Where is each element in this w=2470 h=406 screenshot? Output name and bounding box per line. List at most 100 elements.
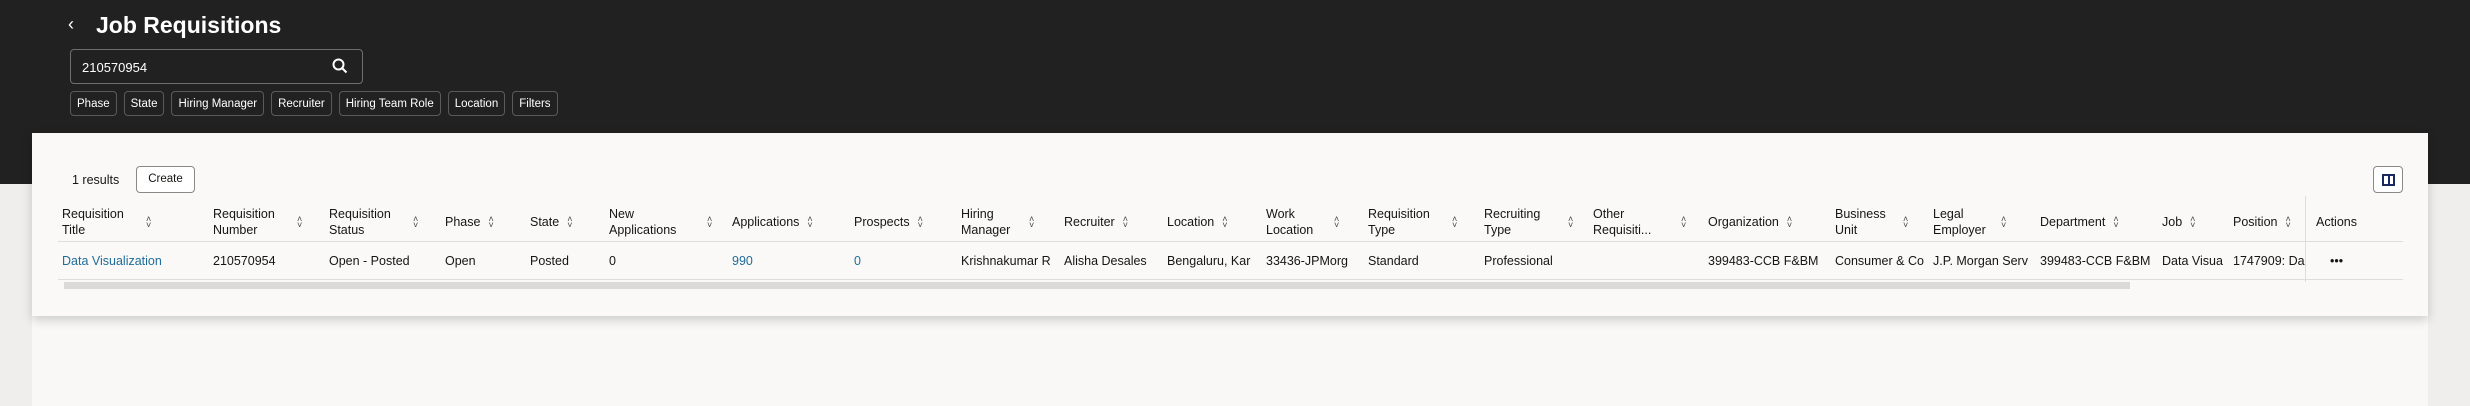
table-cell: Open - Posted <box>329 254 410 268</box>
filter-chip[interactable]: Recruiter <box>271 91 332 116</box>
sort-icon[interactable]: ˄ ˅ <box>2285 215 2290 230</box>
column-header[interactable]: New Applications ˄ ˅ <box>609 204 712 240</box>
column-header-label: Job <box>2162 215 2183 229</box>
column-header[interactable]: State ˄ ˅ <box>530 204 572 240</box>
column-header-label: Requisition Number <box>213 207 275 237</box>
table-cell[interactable]: 0 <box>854 254 954 268</box>
page-title: Job Requisitions <box>96 12 282 38</box>
column-header[interactable]: Requisition Type ˄ ˅ <box>1368 204 1457 240</box>
filter-chip[interactable]: Filters <box>512 91 558 116</box>
column-header-label: Organization <box>1708 215 1779 229</box>
column-header-label: Requisition Title <box>62 207 124 237</box>
scrollbar-thumb[interactable] <box>64 282 2130 289</box>
column-header[interactable]: Position ˄ ˅ <box>2233 204 2291 240</box>
column-header[interactable]: Prospects ˄ ˅ <box>854 204 923 240</box>
filter-chip[interactable]: Phase <box>70 91 117 116</box>
sort-icon[interactable]: ˄ ˅ <box>1452 215 1457 230</box>
column-header[interactable]: Requisition Number ˄ ˅ <box>213 204 302 240</box>
results-count: 1 results <box>72 173 120 187</box>
column-header[interactable]: Location ˄ ˅ <box>1167 204 1228 240</box>
table-cell: Krishnakumar R <box>961 254 1051 268</box>
filter-chip[interactable]: Hiring Manager <box>171 91 265 116</box>
table-cell: 33436-JPMorg <box>1266 254 1348 268</box>
filter-chips: Phase State Hiring Manager Recruiter Hiring … <box>70 91 558 116</box>
sort-icon[interactable]: ˄ ˅ <box>1787 215 1792 230</box>
sort-icon[interactable]: ˄ ˅ <box>567 215 572 230</box>
sort-icon[interactable]: ˄ ˅ <box>413 215 418 230</box>
create-button[interactable]: Create <box>136 166 195 193</box>
sort-icon[interactable]: ˄ ˅ <box>707 215 712 230</box>
table-cell: Standard <box>1368 254 1419 268</box>
column-header-label: Other Requisiti... <box>1593 207 1652 237</box>
column-header[interactable]: Applications ˄ ˅ <box>732 204 813 240</box>
column-header[interactable]: Organization ˄ ˅ <box>1708 204 1792 240</box>
column-header[interactable]: Hiring Manager ˄ ˅ <box>961 204 1034 240</box>
filter-chip[interactable]: Location <box>447 91 506 116</box>
column-header-label: State <box>530 215 560 229</box>
table-cell: Posted <box>530 254 569 268</box>
column-header[interactable]: Recruiter ˄ ˅ <box>1064 204 1128 240</box>
back-chevron-icon[interactable]: ‹ <box>68 14 74 35</box>
sort-icon[interactable]: ˄ ˅ <box>807 215 812 230</box>
sort-icon[interactable]: ˄ ˅ <box>918 215 923 230</box>
search-input[interactable]: 210570954 <box>70 49 363 84</box>
table-cell: 1747909: Da <box>2233 254 2305 268</box>
column-header-label: Prospects <box>854 215 910 229</box>
column-header-label: Department <box>2040 215 2106 229</box>
column-header-label: Recruiter <box>1064 215 1115 229</box>
column-header-label: Work Location <box>1266 207 1314 237</box>
column-header[interactable]: Legal Employer ˄ ˅ <box>1933 204 2006 240</box>
table-header: Requisition Title ˄ ˅ Requisition Number ˄ ˅ R… <box>58 200 2403 242</box>
table-cell: 0 <box>609 254 616 268</box>
sort-icon[interactable]: ˄ ˅ <box>488 215 493 230</box>
search-icon[interactable] <box>332 58 348 74</box>
column-header-label: Actions <box>2316 215 2357 229</box>
sort-icon[interactable]: ˄ ˅ <box>1681 215 1686 230</box>
sort-icon[interactable]: ˄ ˅ <box>1334 215 1339 230</box>
table-cell[interactable]: 990 <box>732 254 847 268</box>
column-toggle-button[interactable] <box>2373 166 2403 193</box>
filter-chip[interactable]: Hiring Team Role <box>338 91 441 116</box>
columns-icon <box>2382 174 2395 186</box>
column-header-label: Business Unit <box>1835 207 1886 237</box>
column-header[interactable]: Actions <box>2316 204 2357 240</box>
column-header-label: Requisition Type <box>1368 207 1430 237</box>
sort-icon[interactable]: ˄ ˅ <box>1903 215 1908 230</box>
table-cell: 210570954 <box>213 254 276 268</box>
column-header[interactable]: Job ˄ ˅ <box>2162 204 2195 240</box>
table-row[interactable]: Data Visualization 210570954 Open - Posted… <box>58 242 2403 280</box>
column-header-label: Location <box>1167 215 1215 229</box>
sort-icon[interactable]: ˄ ˅ <box>1222 215 1227 230</box>
filter-chip[interactable]: State <box>123 91 165 116</box>
column-header-label: Phase <box>445 215 481 229</box>
sort-icon[interactable]: ˄ ˅ <box>2001 215 2006 230</box>
sort-icon[interactable]: ˄ ˅ <box>2190 215 2195 230</box>
column-header[interactable]: Department ˄ ˅ <box>2040 204 2119 240</box>
sort-icon[interactable]: ˄ ˅ <box>1568 215 1573 230</box>
column-header-label: Recruiting Type <box>1484 207 1541 237</box>
column-header-label: Hiring Manager <box>961 207 1011 237</box>
column-header[interactable]: Work Location ˄ ˅ <box>1266 204 1339 240</box>
row-actions-button[interactable]: ••• <box>2330 254 2410 268</box>
sort-icon[interactable]: ˄ ˅ <box>1029 215 1034 230</box>
column-header-label: Position <box>2233 215 2278 229</box>
column-header[interactable]: Business Unit ˄ ˅ <box>1835 204 1908 240</box>
sort-icon[interactable]: ˄ ˅ <box>1123 215 1128 230</box>
column-header[interactable]: Requisition Title ˄ ˅ <box>62 204 151 240</box>
column-header[interactable]: Requisition Status ˄ ˅ <box>329 204 418 240</box>
table-cell[interactable]: Data Visualization <box>62 254 172 268</box>
column-header[interactable]: Other Requisiti... ˄ ˅ <box>1593 204 1686 240</box>
sort-icon[interactable]: ˄ ˅ <box>297 215 302 230</box>
table-cell: J.P. Morgan Serv <box>1933 254 2028 268</box>
search-value: 210570954 <box>82 60 148 75</box>
column-header-label: Legal Employer <box>1933 207 1986 237</box>
table-cell: 399483-CCB F&BM <box>2040 254 2151 268</box>
sort-icon[interactable]: ˄ ˅ <box>146 215 151 230</box>
sort-icon[interactable]: ˄ ˅ <box>2113 215 2118 230</box>
column-header[interactable]: Recruiting Type ˄ ˅ <box>1484 204 1573 240</box>
table-cell: Professional <box>1484 254 1553 268</box>
table-cell: 399483-CCB F&BM <box>1708 254 1819 268</box>
table-cell: Bengaluru, Kar <box>1167 254 1251 268</box>
column-header[interactable]: Phase ˄ ˅ <box>445 204 494 240</box>
horizontal-scrollbar[interactable] <box>58 282 2403 289</box>
